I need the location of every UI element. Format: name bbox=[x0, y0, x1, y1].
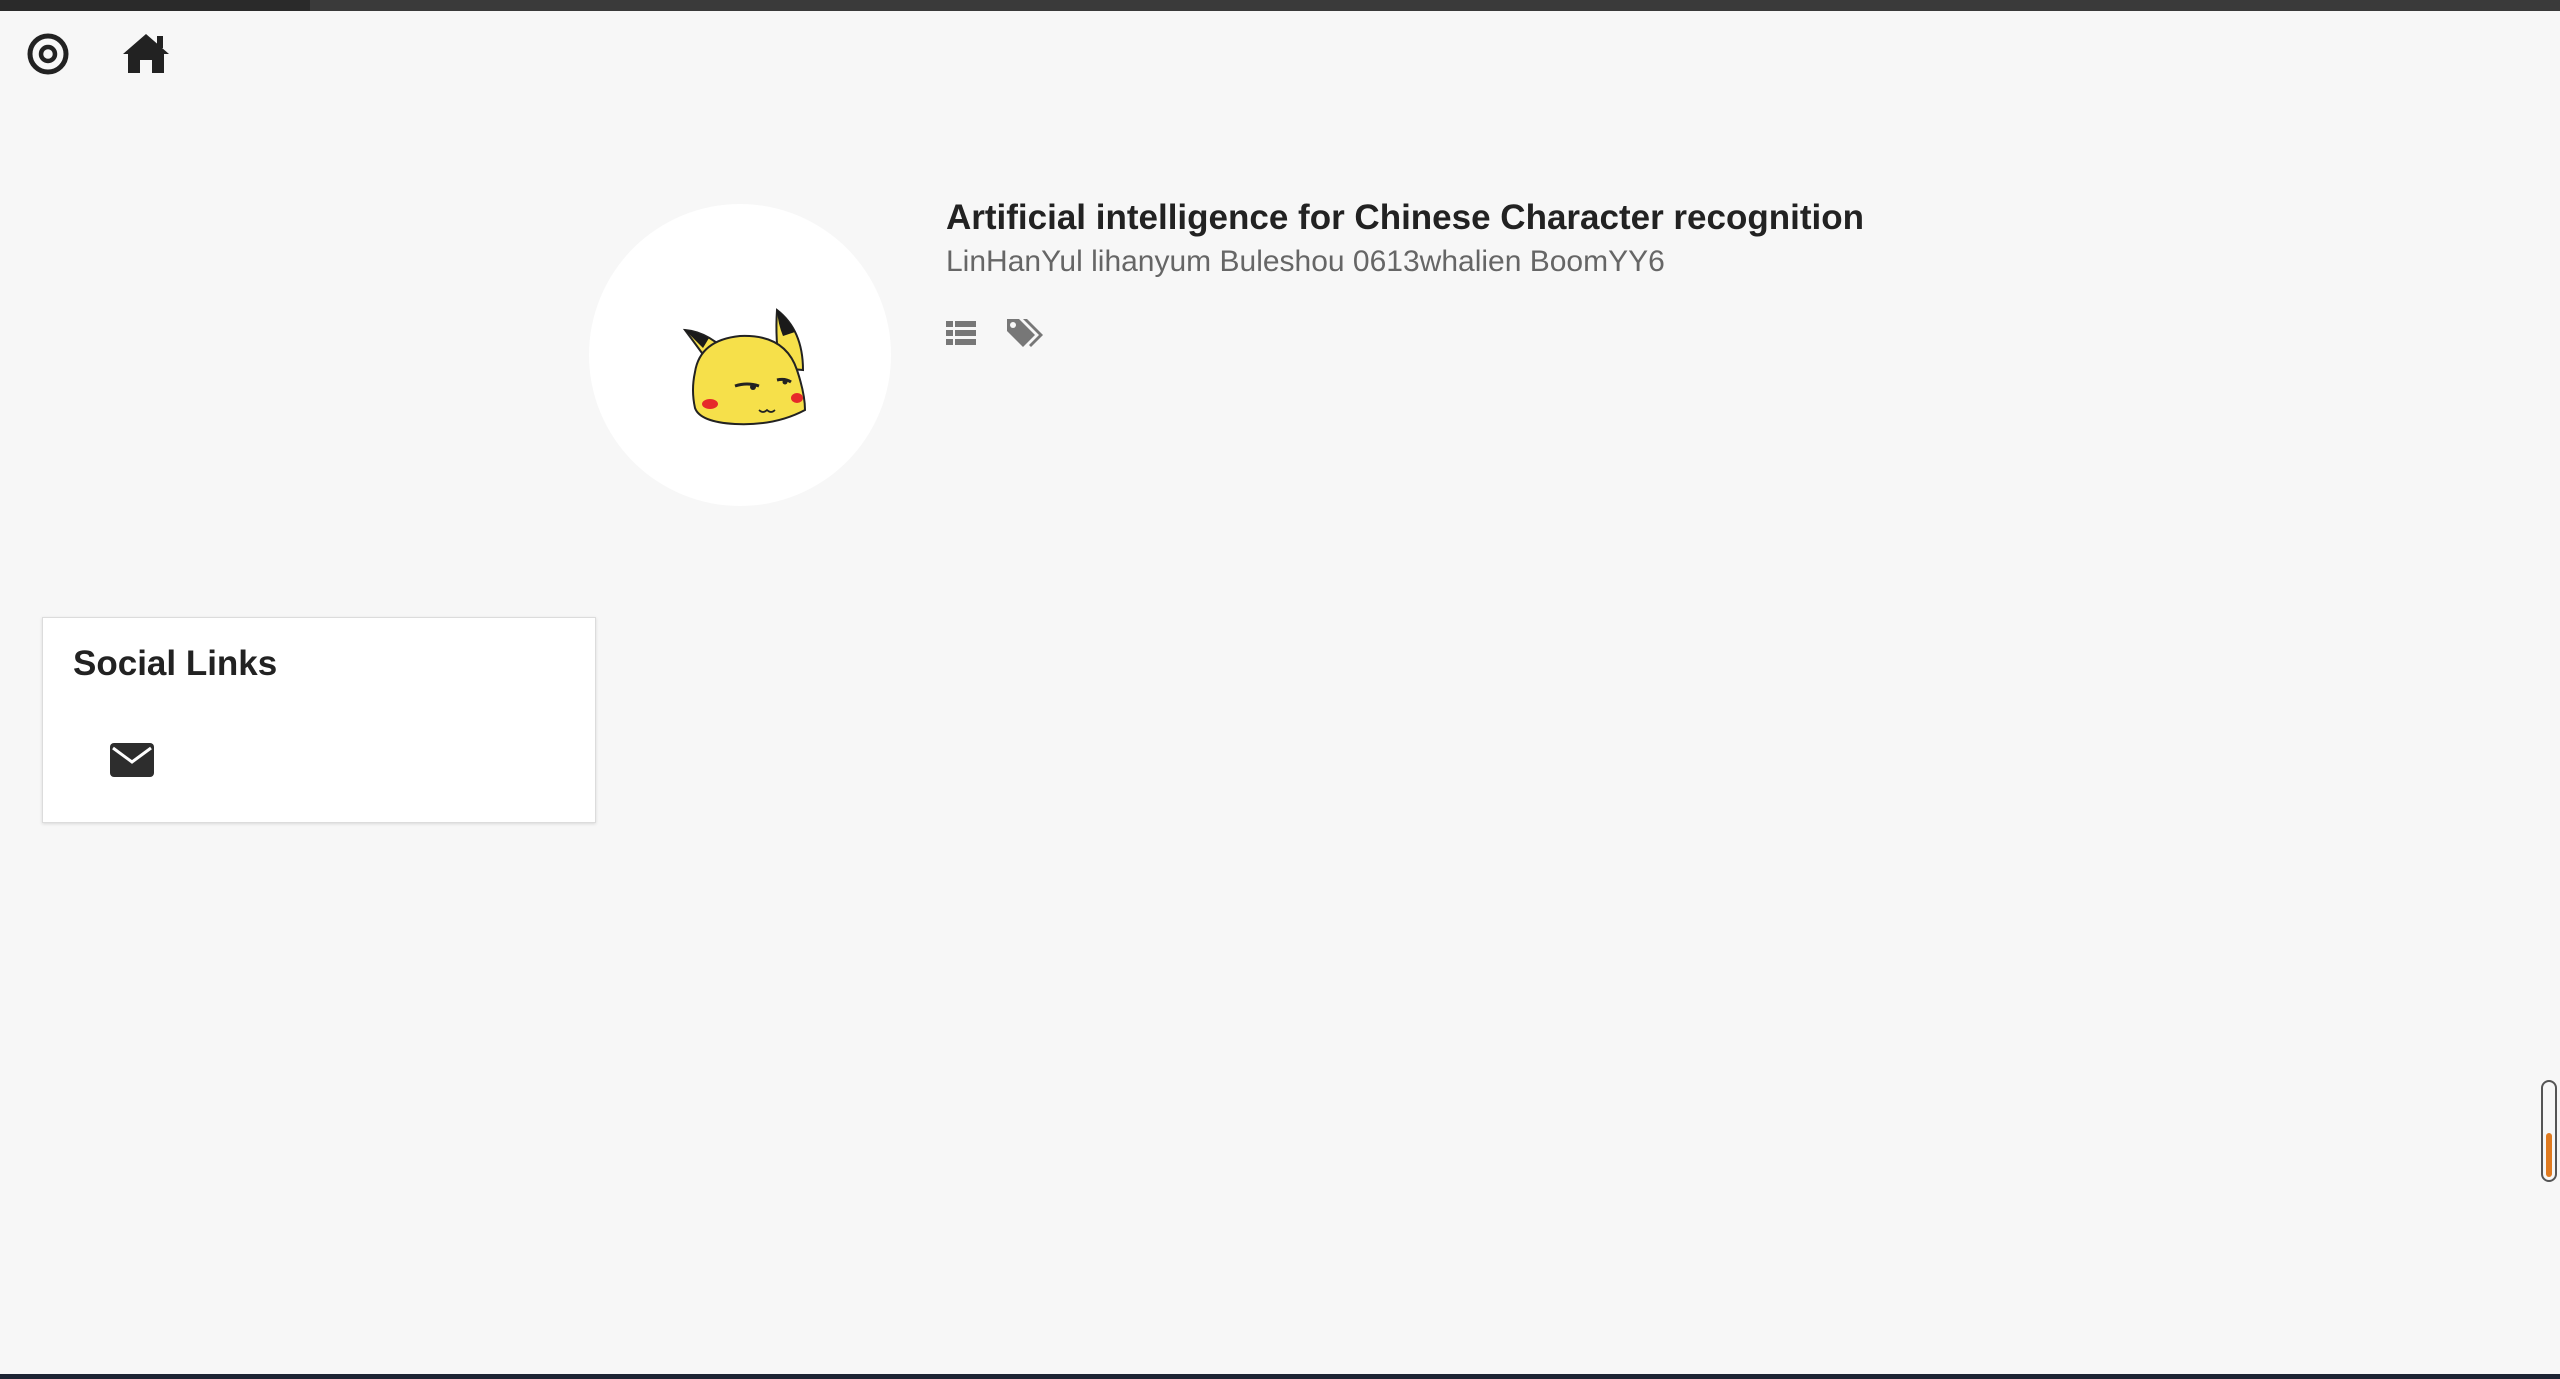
social-links-card: Social Links bbox=[42, 617, 596, 823]
window-top-bar bbox=[0, 0, 2560, 11]
project-avatar bbox=[589, 204, 891, 506]
pikachu-avatar-image bbox=[682, 308, 807, 426]
top-bar-accent bbox=[0, 0, 310, 11]
scroll-position-indicator[interactable] bbox=[2541, 1080, 2557, 1182]
project-title: Artificial intelligence for Chinese Char… bbox=[946, 198, 1864, 237]
project-authors: LinHanYul lihanyum Buleshou 0613whalien … bbox=[946, 245, 1665, 278]
window-bottom-bar bbox=[0, 1374, 2560, 1379]
list-icon[interactable] bbox=[944, 316, 978, 350]
envelope-icon[interactable] bbox=[99, 734, 165, 786]
scroll-indicator-fill bbox=[2546, 1132, 2552, 1177]
home-icon[interactable] bbox=[118, 28, 174, 78]
tags-icon[interactable] bbox=[1004, 314, 1044, 352]
social-links-heading: Social Links bbox=[73, 644, 278, 683]
target-icon[interactable] bbox=[24, 30, 72, 78]
